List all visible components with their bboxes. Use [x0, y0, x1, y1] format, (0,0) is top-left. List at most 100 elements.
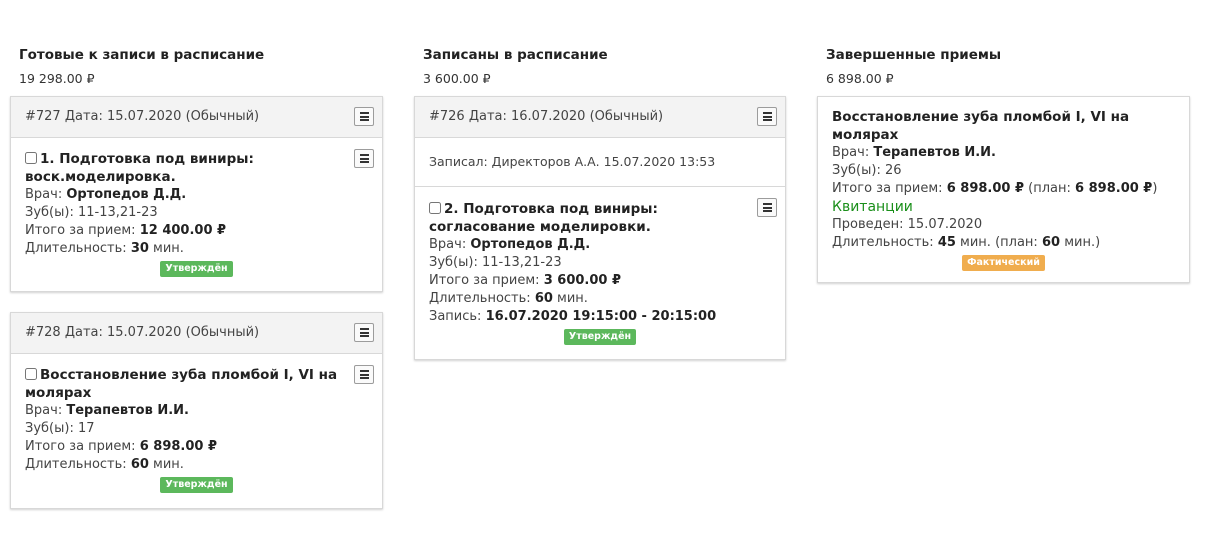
- column-ready: Готовые к записи в расписание 19 298.00 …: [10, 46, 383, 509]
- column-total: 3 600.00 ₽: [423, 71, 491, 86]
- column-total: 6 898.00 ₽: [826, 71, 894, 86]
- duration-line: Длительность: 30 мин.: [25, 240, 342, 258]
- visit-menu-button[interactable]: [354, 107, 374, 126]
- duration-value: 30: [130, 241, 149, 256]
- duration-value: 60: [534, 291, 553, 306]
- visit-card-header: #728 Дата: 15.07.2020 (Обычный): [11, 313, 382, 354]
- plan-duration-unit: мин.): [1064, 235, 1101, 250]
- completed-visit-card: Восстановление зуба пломбой I, VI на мол…: [817, 96, 1190, 283]
- visit-card-header-text: #728 Дата: 15.07.2020 (Обычный): [25, 325, 260, 340]
- column-title: Готовые к записи в расписание: [19, 47, 265, 63]
- total-line: Итого за прием: 12 400.00 ₽: [25, 222, 342, 240]
- visit-card-header-text: #726 Дата: 16.07.2020 (Обычный): [429, 109, 664, 124]
- total-value: 3 600.00 ₽: [543, 273, 622, 288]
- column-total: 19 298.00 ₽: [19, 71, 95, 86]
- done-line: Проведен: 15.07.2020: [832, 216, 1175, 234]
- done-date: 15.07.2020: [907, 217, 983, 232]
- service-title: Восстановление зуба пломбой I, VI на мол…: [832, 109, 1130, 143]
- doctor-name: Терапевтов И.И.: [873, 145, 996, 160]
- visit-card-726: #726 Дата: 16.07.2020 (Обычный) Записал:…: [414, 96, 786, 360]
- duration-label: Длительность:: [25, 241, 127, 256]
- duration-unit: мин.: [153, 241, 184, 256]
- hamburger-icon: [763, 112, 772, 121]
- hamburger-icon: [360, 154, 369, 163]
- visit-menu-button[interactable]: [354, 323, 374, 342]
- visit-card-728: #728 Дата: 15.07.2020 (Обычный) Восстано…: [10, 312, 383, 509]
- service-menu-button[interactable]: [757, 198, 777, 217]
- teeth-value: 11-13,21-23: [481, 255, 562, 270]
- service-item: 1. Подготовка под виниры: воск.моделиров…: [11, 138, 382, 277]
- total-value: 12 400.00 ₽: [139, 223, 227, 238]
- status-badge: Утверждён: [160, 477, 233, 493]
- doctor-line: Врач: Терапевтов И.И.: [25, 402, 342, 420]
- plan-total-value: 6 898.00 ₽: [1075, 181, 1153, 196]
- service-item: Восстановление зуба пломбой I, VI на мол…: [11, 354, 382, 493]
- appointment-label: Запись:: [429, 309, 482, 324]
- duration-line: Длительность: 60 мин.: [25, 456, 342, 474]
- hamburger-icon: [360, 112, 369, 121]
- total-label: Итого за прием:: [832, 181, 943, 196]
- duration-value: 45: [937, 235, 956, 250]
- duration-line: Длительность: 45 мин. (план: 60 мин.): [832, 234, 1175, 252]
- duration-value: 60: [130, 457, 149, 472]
- column-title: Записаны в расписание: [423, 47, 608, 63]
- hamburger-icon: [763, 203, 772, 212]
- service-menu-button[interactable]: [354, 365, 374, 384]
- teeth-label: Зуб(ы):: [25, 205, 74, 220]
- teeth-value: 17: [77, 421, 95, 436]
- service-item: Восстановление зуба пломбой I, VI на мол…: [818, 97, 1189, 271]
- status-badge: Фактический: [962, 255, 1045, 271]
- duration-line: Длительность: 60 мин.: [429, 290, 745, 308]
- service-checkbox[interactable]: [25, 368, 37, 380]
- hamburger-icon: [360, 328, 369, 337]
- doctor-label: Врач:: [429, 237, 467, 252]
- total-label: Итого за прием:: [25, 223, 136, 238]
- service-item: 2. Подготовка под виниры: согласование м…: [415, 187, 785, 345]
- total-value: 6 898.00 ₽: [946, 181, 1025, 196]
- column-title: Завершенные приемы: [826, 47, 1002, 63]
- duration-unit: мин.: [153, 457, 184, 472]
- total-line: Итого за прием: 6 898.00 ₽: [25, 438, 342, 456]
- service-title-text: 1. Подготовка под виниры: воск.моделиров…: [25, 151, 254, 185]
- appointment-line: Запись: 16.07.2020 19:15:00 - 20:15:00: [429, 308, 745, 326]
- service-checkbox[interactable]: [25, 152, 37, 164]
- teeth-line: Зуб(ы): 26: [832, 162, 1175, 180]
- doctor-name: Ортопедов Д.Д.: [470, 237, 591, 252]
- status-badge: Утверждён: [563, 329, 637, 345]
- column-completed: Завершенные приемы 6 898.00 ₽ Восстановл…: [817, 46, 1190, 283]
- service-title: 1. Подготовка под виниры: воск.моделиров…: [25, 150, 342, 186]
- total-label: Итого за прием:: [429, 273, 540, 288]
- teeth-label: Зуб(ы):: [25, 421, 74, 436]
- teeth-line: Зуб(ы): 11-13,21-23: [429, 254, 745, 272]
- doctor-line: Врач: Ортопедов Д.Д.: [25, 186, 342, 204]
- duration-unit: мин.: [557, 291, 588, 306]
- duration-label: Длительность:: [832, 235, 934, 250]
- visit-card-header: #727 Дата: 15.07.2020 (Обычный): [11, 97, 382, 138]
- doctor-label: Врач:: [25, 187, 63, 202]
- doctor-label: Врач:: [25, 403, 63, 418]
- duration-label: Длительность:: [25, 457, 127, 472]
- doctor-line: Врач: Терапевтов И.И.: [832, 144, 1175, 162]
- receipts-link[interactable]: Квитанции: [832, 198, 1175, 216]
- hamburger-icon: [360, 370, 369, 379]
- status-badge: Утверждён: [160, 261, 233, 277]
- teeth-value: 26: [884, 163, 902, 178]
- service-title: Восстановление зуба пломбой I, VI на мол…: [25, 366, 342, 402]
- total-line: Итого за прием: 6 898.00 ₽ (план: 6 898.…: [832, 180, 1175, 198]
- service-title-text: Восстановление зуба пломбой I, VI на мол…: [25, 367, 338, 401]
- plan-label: (план:: [1028, 181, 1071, 196]
- column-scheduled: Записаны в расписание 3 600.00 ₽ #726 Да…: [414, 46, 786, 360]
- service-checkbox[interactable]: [429, 202, 441, 214]
- teeth-line: Зуб(ы): 11-13,21-23: [25, 204, 342, 222]
- visit-card-header-text: #727 Дата: 15.07.2020 (Обычный): [25, 109, 260, 124]
- plan-duration-label: (план:: [995, 235, 1038, 250]
- visit-menu-button[interactable]: [757, 107, 777, 126]
- doctor-name: Терапевтов И.И.: [66, 403, 189, 418]
- service-menu-button[interactable]: [354, 149, 374, 168]
- visit-card-header: #726 Дата: 16.07.2020 (Обычный): [415, 97, 785, 138]
- done-label: Проведен:: [832, 217, 904, 232]
- service-title: 2. Подготовка под виниры: согласование м…: [429, 200, 745, 236]
- visit-card-727: #727 Дата: 15.07.2020 (Обычный) 1. Подго…: [10, 96, 383, 292]
- duration-label: Длительность:: [429, 291, 531, 306]
- teeth-label: Зуб(ы):: [832, 163, 881, 178]
